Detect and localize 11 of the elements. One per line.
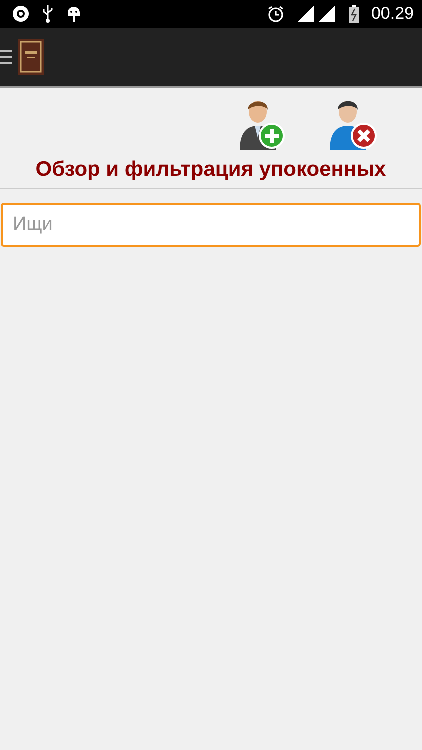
signal-icon xyxy=(297,5,338,23)
search-field[interactable]: Ищи xyxy=(1,203,421,247)
book-icon[interactable] xyxy=(18,39,44,75)
alarm-icon xyxy=(267,5,286,23)
status-time: 00.29 xyxy=(371,4,414,24)
page-title: Обзор и фильтрация упокоенных xyxy=(0,158,422,189)
usb-icon xyxy=(42,4,54,24)
app-icon xyxy=(12,5,30,23)
android-icon xyxy=(66,4,82,24)
menu-icon[interactable] xyxy=(0,49,12,65)
battery-icon xyxy=(349,5,360,23)
